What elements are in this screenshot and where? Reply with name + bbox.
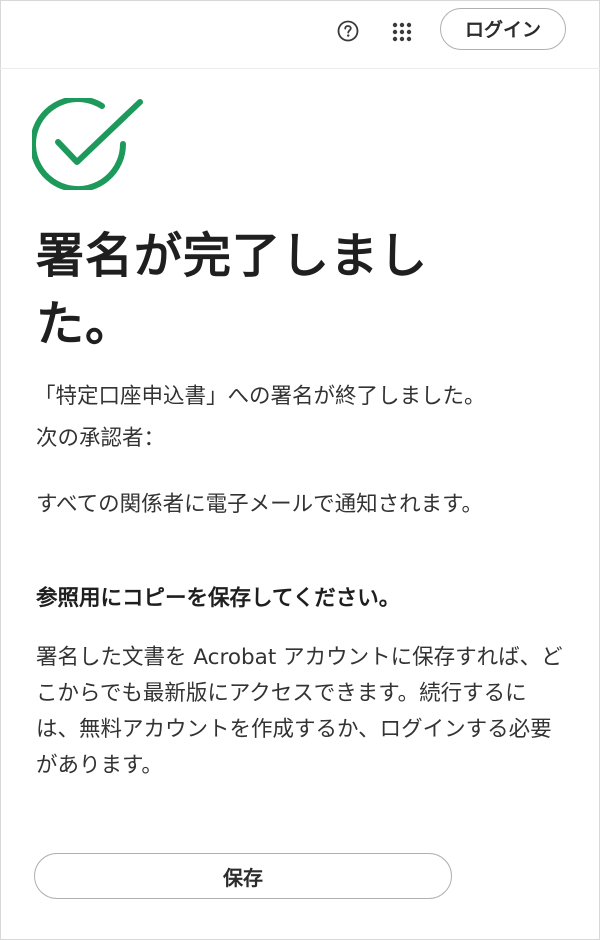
page-title: 署名が完了しました。 [36, 228, 429, 352]
apps-grid-icon[interactable] [391, 21, 413, 43]
save-button[interactable]: 保存 [34, 853, 452, 899]
login-button[interactable]: ログイン [440, 8, 566, 50]
save-description: 署名した文書を Acrobat アカウントに保存すれば、どこからでも最新版にアク… [36, 645, 563, 778]
check-circle-icon [32, 98, 143, 190]
signed-message: 「特定口座申込書」への署名が終了しました。 [34, 384, 486, 409]
save-copy-heading: 参照用にコピーを保存してください。 [36, 586, 401, 611]
question-circle-icon[interactable] [337, 20, 359, 42]
next-approver-label: 次の承認者： [36, 426, 166, 451]
notify-message: すべての関係者に電子メールで通知されます。 [36, 492, 483, 517]
top-bar: ログイン [0, 0, 600, 69]
